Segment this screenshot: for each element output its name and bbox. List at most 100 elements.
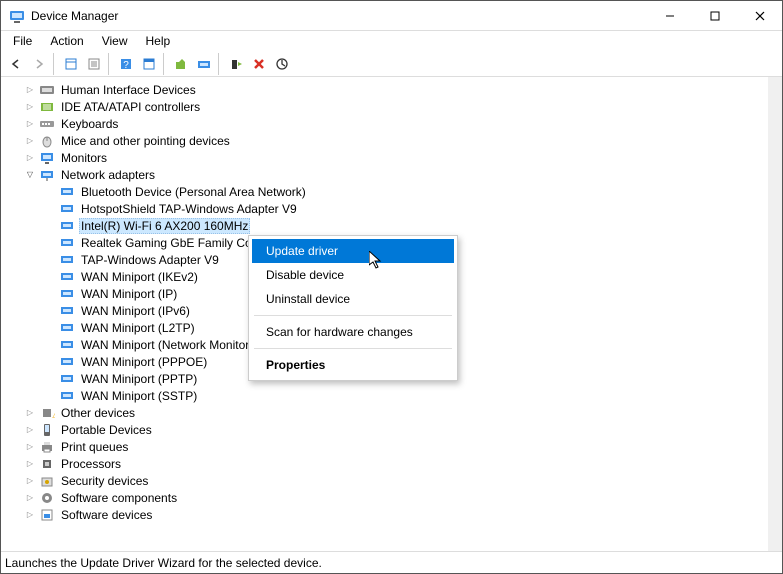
tree-label: HotspotShield TAP-Windows Adapter V9 (79, 202, 299, 216)
tree-label: Human Interface Devices (59, 83, 198, 97)
tree-label: Software components (59, 491, 179, 505)
tree-node-other-devices[interactable]: ⚠ Other devices (1, 404, 768, 421)
ctx-update-driver[interactable]: Update driver (252, 239, 454, 263)
context-menu: Update driver Disable device Uninstall d… (248, 235, 458, 381)
minimize-button[interactable] (647, 1, 692, 30)
tree-label: Print queues (59, 440, 130, 454)
tree-node-software-devices[interactable]: Software devices (1, 506, 768, 523)
window-title: Device Manager (31, 9, 647, 23)
expand-icon[interactable] (23, 151, 37, 165)
titlebar: Device Manager (1, 1, 782, 31)
security-icon (39, 473, 55, 489)
adapter-icon (59, 269, 75, 285)
menu-view[interactable]: View (94, 32, 136, 50)
printer-icon (39, 439, 55, 455)
expand-icon[interactable] (23, 168, 37, 182)
device-manager-window: Device Manager File Action View Help ? (0, 0, 783, 574)
adapter-icon (59, 320, 75, 336)
ctx-disable-device[interactable]: Disable device (252, 263, 454, 287)
expand-icon[interactable] (23, 423, 37, 437)
adapter-icon (59, 303, 75, 319)
ctx-uninstall-device[interactable]: Uninstall device (252, 287, 454, 311)
mouse-icon (39, 133, 55, 149)
adapter-icon (59, 388, 75, 404)
tree-label: WAN Miniport (IP) (79, 287, 179, 301)
menu-help[interactable]: Help (138, 32, 179, 50)
expand-icon[interactable] (23, 100, 37, 114)
statusbar: Launches the Update Driver Wizard for th… (1, 551, 782, 573)
tree-node-ide[interactable]: IDE ATA/ATAPI controllers (1, 98, 768, 115)
svg-text:?: ? (123, 60, 129, 71)
tree-label: Processors (59, 457, 123, 471)
expand-icon[interactable] (23, 457, 37, 471)
expand-icon[interactable] (23, 508, 37, 522)
tree-node-net-wan-sstp[interactable]: WAN Miniport (SSTP) (1, 387, 768, 404)
close-button[interactable] (737, 1, 782, 30)
tree-node-monitors[interactable]: Monitors (1, 149, 768, 166)
tree-node-print-queues[interactable]: Print queues (1, 438, 768, 455)
toolbar: ? (1, 51, 782, 77)
action-button[interactable] (138, 53, 160, 75)
scan-hardware-button[interactable] (193, 53, 215, 75)
tree-node-hid[interactable]: Human Interface Devices (1, 81, 768, 98)
status-text: Launches the Update Driver Wizard for th… (5, 556, 322, 570)
tree-label: Network adapters (59, 168, 157, 182)
tree-node-net-bt[interactable]: Bluetooth Device (Personal Area Network) (1, 183, 768, 200)
adapter-icon (59, 235, 75, 251)
tree-label: WAN Miniport (Network Monitor) (79, 338, 255, 352)
expand-icon[interactable] (23, 440, 37, 454)
maximize-button[interactable] (692, 1, 737, 30)
tree-node-software-components[interactable]: Software components (1, 489, 768, 506)
svg-text:⚠: ⚠ (52, 411, 55, 420)
adapter-icon (59, 337, 75, 353)
adapter-icon (59, 286, 75, 302)
network-icon (39, 167, 55, 183)
uninstall-device-button[interactable] (248, 53, 270, 75)
expand-icon[interactable] (23, 83, 37, 97)
hid-icon (39, 82, 55, 98)
tree-node-portable[interactable]: Portable Devices (1, 421, 768, 438)
tree-label: Bluetooth Device (Personal Area Network) (79, 185, 308, 199)
disable-device-button[interactable] (271, 53, 293, 75)
cpu-icon (39, 456, 55, 472)
tree-label: TAP-Windows Adapter V9 (79, 253, 221, 267)
update-driver-button[interactable] (170, 53, 192, 75)
tree-label: WAN Miniport (SSTP) (79, 389, 199, 403)
monitor-icon (39, 150, 55, 166)
adapter-icon (59, 354, 75, 370)
software-icon (39, 507, 55, 523)
show-hide-tree-button[interactable] (60, 53, 82, 75)
tree-label: Other devices (59, 406, 137, 420)
tree-label: WAN Miniport (PPPOE) (79, 355, 209, 369)
ctx-properties[interactable]: Properties (252, 353, 454, 377)
tree-node-net-hotspotshield[interactable]: HotspotShield TAP-Windows Adapter V9 (1, 200, 768, 217)
expand-icon[interactable] (23, 117, 37, 131)
properties-button[interactable] (83, 53, 105, 75)
tree-label: Intel(R) Wi-Fi 6 AX200 160MHz (79, 218, 250, 234)
expand-icon[interactable] (23, 134, 37, 148)
adapter-icon (59, 252, 75, 268)
help-button[interactable]: ? (115, 53, 137, 75)
tree-label: Software devices (59, 508, 154, 522)
expand-icon[interactable] (23, 491, 37, 505)
keyboard-icon (39, 116, 55, 132)
tree-node-network-adapters[interactable]: Network adapters (1, 166, 768, 183)
menu-file[interactable]: File (5, 32, 40, 50)
tree-node-keyboards[interactable]: Keyboards (1, 115, 768, 132)
expand-icon[interactable] (23, 474, 37, 488)
tree-label: WAN Miniport (PPTP) (79, 372, 199, 386)
expand-icon[interactable] (23, 406, 37, 420)
software-icon (39, 490, 55, 506)
tree-label: WAN Miniport (L2TP) (79, 321, 197, 335)
back-button[interactable] (5, 53, 27, 75)
menu-action[interactable]: Action (42, 32, 91, 50)
tree-label: Security devices (59, 474, 150, 488)
tree-node-security[interactable]: Security devices (1, 472, 768, 489)
tree-node-processors[interactable]: Processors (1, 455, 768, 472)
other-icon: ⚠ (39, 405, 55, 421)
tree-node-net-intel-wifi[interactable]: Intel(R) Wi-Fi 6 AX200 160MHz (1, 217, 768, 234)
forward-button[interactable] (28, 53, 50, 75)
ctx-scan-hardware[interactable]: Scan for hardware changes (252, 320, 454, 344)
enable-device-button[interactable] (225, 53, 247, 75)
tree-node-mice[interactable]: Mice and other pointing devices (1, 132, 768, 149)
